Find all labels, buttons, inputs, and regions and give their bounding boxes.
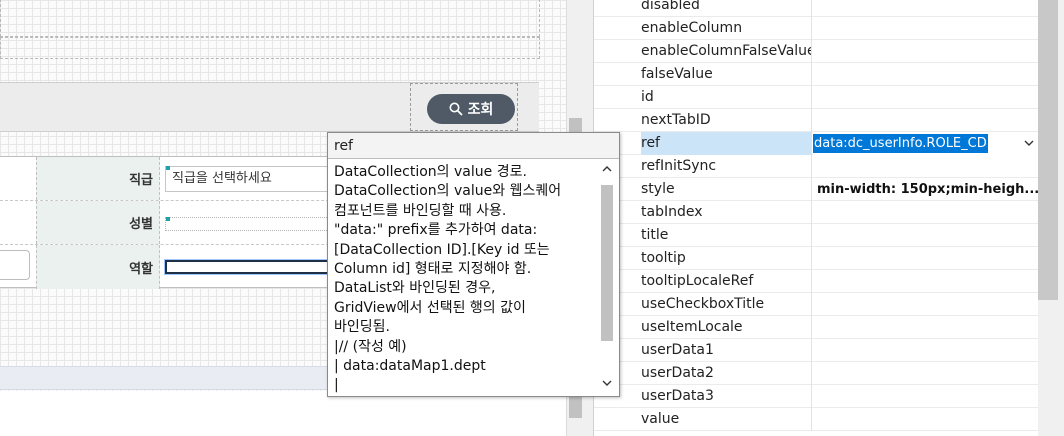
property-name: enableColumnFalseValue [641, 40, 812, 63]
property-value[interactable] [813, 86, 1038, 109]
property-name: ref [641, 132, 812, 155]
property-row[interactable]: title [594, 224, 1038, 247]
tooltip-line: 바인딩됨. [334, 319, 390, 336]
tooltip-line: DataCollection의 value 경로. [334, 164, 527, 180]
property-row-selected[interactable]: ref data:dc_userInfo.ROLE_CD [594, 132, 1038, 155]
properties-scrollbar-thumb[interactable] [1038, 0, 1058, 300]
property-row[interactable]: userData3 [594, 385, 1038, 408]
tooltip-title: ref [328, 133, 619, 159]
property-row[interactable]: id [594, 86, 1038, 109]
property-row[interactable]: enableColumn [594, 17, 1038, 40]
property-name: tabIndex [641, 201, 812, 224]
tooltip-line: DataList와 바인딩된 경우, [334, 280, 496, 297]
magnifier-icon [449, 102, 463, 116]
property-value[interactable] [813, 270, 1038, 293]
property-value[interactable] [813, 247, 1038, 270]
property-row[interactable]: disabled [594, 0, 1038, 17]
tooltip-line: "data:" prefix를 추가하여 data: [334, 222, 538, 239]
property-value[interactable] [813, 339, 1038, 362]
property-name: title [641, 224, 812, 247]
form-label-rank: 직급 [36, 157, 160, 200]
property-value[interactable] [813, 155, 1038, 178]
property-value[interactable] [813, 362, 1038, 385]
chevron-up-icon[interactable] [601, 163, 613, 177]
property-name: userData3 [641, 385, 812, 408]
property-name: userData2 [641, 362, 812, 385]
property-name: enableColumn [641, 17, 812, 40]
property-value[interactable] [813, 17, 1038, 40]
property-name: style [641, 178, 812, 201]
property-name: falseValue [641, 63, 812, 86]
chevron-down-icon[interactable] [1024, 132, 1034, 155]
property-name: disabled [641, 0, 812, 17]
property-row[interactable]: userData1 [594, 339, 1038, 362]
tooltip-line: 컴포넌트를 바인딩할 때 사용. [334, 202, 507, 219]
properties-scrollbar[interactable] [1038, 0, 1064, 436]
tooltip-line: | data:dataMap1.dept [334, 358, 486, 375]
property-row[interactable]: tabIndex [594, 201, 1038, 224]
search-bar: 조회 [0, 82, 539, 132]
property-row[interactable]: useCheckboxTitle [594, 293, 1038, 316]
property-row[interactable]: refInitSync [594, 155, 1038, 178]
property-value[interactable] [813, 316, 1038, 339]
property-row[interactable]: tooltip [594, 247, 1038, 270]
property-value[interactable] [813, 0, 1038, 17]
property-value[interactable] [813, 224, 1038, 247]
property-row[interactable]: useItemLocale [594, 316, 1038, 339]
property-value[interactable] [813, 109, 1038, 132]
property-row[interactable]: nextTabID [594, 109, 1038, 132]
property-row[interactable]: tooltipLocaleRef [594, 270, 1038, 293]
tooltip-line: |// (작성 예) [334, 338, 407, 355]
property-value[interactable]: min-width: 150px;min-heigh... [813, 178, 1038, 201]
tooltip-line: | [334, 377, 339, 394]
property-name: id [641, 86, 812, 109]
search-button-frame: 조회 [410, 83, 518, 131]
property-name: useItemLocale [641, 316, 812, 339]
property-name: value [641, 408, 812, 431]
property-name: tooltipLocaleRef [641, 270, 812, 293]
property-value[interactable] [813, 293, 1038, 316]
left-input-field[interactable] [0, 250, 30, 280]
properties-panel: disabled enableColumn enableColumnFalseV… [594, 0, 1038, 436]
property-row[interactable]: value [594, 408, 1038, 431]
tooltip-scrollbar[interactable] [596, 161, 618, 395]
container-outline-mid [0, 37, 540, 59]
chevron-down-icon[interactable] [601, 377, 613, 391]
property-row[interactable]: style min-width: 150px;min-heigh... [594, 178, 1038, 201]
tooltip-line: GridView에서 선택된 행의 값이 [334, 299, 526, 316]
form-label-role: 역할 [36, 245, 160, 289]
tooltip-line: Column id] 형태로 지정해야 함. [334, 261, 532, 278]
tooltip-line: DataCollection의 value와 웹스퀘어 [334, 183, 562, 200]
property-value[interactable] [813, 385, 1038, 408]
canvas-bottom-area [0, 391, 566, 436]
property-value[interactable] [813, 63, 1038, 86]
property-name: refInitSync [641, 155, 812, 178]
property-value[interactable] [813, 201, 1038, 224]
property-name: useCheckboxTitle [641, 293, 812, 316]
property-row[interactable]: enableColumnFalseValue [594, 40, 1038, 63]
selection-handle [166, 166, 170, 170]
search-button[interactable]: 조회 [427, 94, 515, 124]
property-name: nextTabID [641, 109, 812, 132]
property-value[interactable] [813, 408, 1038, 431]
container-outline-top [0, 0, 540, 37]
property-row[interactable]: userData2 [594, 362, 1038, 385]
tooltip-line: [DataCollection ID].[Key id 또는 [334, 241, 550, 258]
gender-radio-group[interactable] [165, 217, 335, 231]
role-checkbox-group[interactable] [165, 260, 335, 274]
property-row[interactable]: falseValue [594, 63, 1038, 86]
property-help-tooltip: ref DataCollection의 value 경로. DataCollec… [327, 132, 620, 397]
property-name: userData1 [641, 339, 812, 362]
tooltip-body: DataCollection의 value 경로. DataCollection… [334, 163, 592, 395]
search-button-label: 조회 [467, 102, 494, 118]
property-value[interactable] [813, 40, 1038, 63]
tooltip-scrollbar-thumb[interactable] [601, 185, 613, 341]
form-label-gender: 성별 [36, 201, 160, 244]
property-value-editor[interactable]: data:dc_userInfo.ROLE_CD [813, 132, 1038, 155]
rank-select[interactable]: 직급을 선택하세요 [165, 166, 335, 192]
property-value-text[interactable]: data:dc_userInfo.ROLE_CD [813, 134, 988, 153]
rank-select-value: 직급을 선택하세요 [172, 171, 272, 186]
property-name: tooltip [641, 247, 812, 270]
selection-handle [166, 217, 170, 221]
